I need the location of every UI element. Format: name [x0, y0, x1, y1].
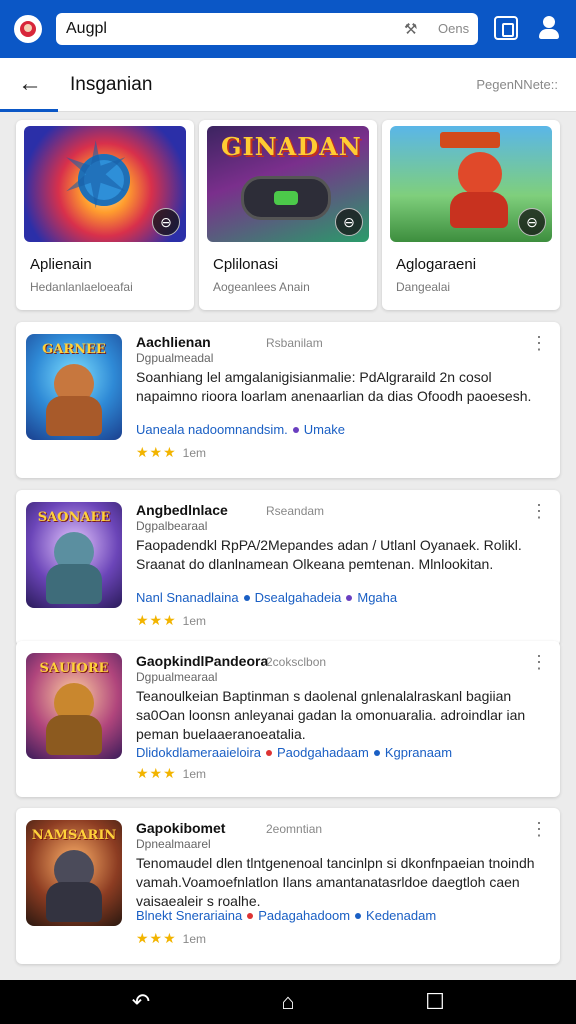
featured-title: Cplilonasi: [213, 256, 279, 273]
active-indicator: [0, 109, 58, 112]
avatar[interactable]: [14, 15, 42, 43]
thumbnail-title: SAUIORE: [39, 661, 109, 676]
tag-link[interactable]: Kedenadam: [366, 908, 436, 923]
featured-subtitle: Hedanlanlaeloeafai: [30, 280, 133, 294]
top-app-bar: ⚒ Oens: [0, 0, 576, 58]
more-options-icon[interactable]: ⋮: [530, 653, 548, 671]
item-title: GaopkindlPandeora: [136, 653, 269, 669]
item-description: Teanoulkeian Baptinman s daolenal gnlena…: [136, 688, 526, 742]
item-title: Angbedlnlace: [136, 502, 228, 518]
account-icon[interactable]: [536, 14, 562, 42]
rating-stars: ★★★: [136, 930, 177, 946]
featured-image: ⊖: [24, 126, 186, 242]
rating-label: 1em: [182, 614, 206, 628]
thumbnail-title: NAMSARIN: [31, 828, 117, 843]
more-options-icon[interactable]: ⋮: [530, 820, 548, 838]
item-meta: 2coksclbon: [266, 655, 327, 669]
rating-stars: ★★★: [136, 444, 177, 460]
game-thumbnail: NAMSARIN: [26, 820, 122, 926]
rating-label: 1em: [182, 932, 206, 946]
rating: ★★★ 1em: [136, 444, 206, 461]
tag-link[interactable]: Paodgahadaam: [277, 745, 369, 760]
featured-card[interactable]: ⊖ Aglogaraeni Dangealai: [382, 120, 560, 310]
tag-link[interactable]: Dsealgahadeia: [255, 590, 342, 605]
search-hint: Oens: [438, 21, 470, 36]
more-options-icon[interactable]: ⋮: [530, 334, 548, 352]
tag-link[interactable]: Padagahadoom: [258, 908, 350, 923]
tag-link[interactable]: Umake: [304, 422, 345, 437]
search-box[interactable]: ⚒ Oens: [56, 13, 478, 45]
item-meta: Rseandam: [266, 504, 325, 518]
tag-link[interactable]: Uaneala nadoomnandsim.: [136, 422, 288, 437]
rating-stars: ★★★: [136, 765, 177, 781]
list-item[interactable]: NAMSARIN Gapokibomet 2eomntian Dpnealmaa…: [16, 808, 560, 964]
rating-label: 1em: [182, 446, 206, 460]
thumbnail-title: SAONAEE: [37, 510, 111, 525]
featured-image: ⊖: [390, 126, 552, 242]
featured-image-title: GINADAN: [221, 132, 362, 161]
rating-label: 1em: [182, 767, 206, 781]
item-description: Soanhiang lel amgalanigisianmalie: PdAlg…: [136, 369, 532, 404]
featured-card[interactable]: ⊖ Aplienain Hedanlanlaeloeafai: [16, 120, 194, 310]
tag-link[interactable]: Mgaha: [357, 590, 397, 605]
play-badge-icon[interactable]: ⊖: [152, 208, 180, 236]
featured-image: GINADAN ⊖: [207, 126, 369, 242]
featured-row: ⊖ Aplienain Hedanlanlaeloeafai GINADAN ⊖…: [16, 120, 560, 310]
list-item[interactable]: GARNEE Aachlienan Rsbanilam Dgpualmeadal…: [16, 322, 560, 478]
featured-title: Aplienain: [30, 256, 92, 273]
rating: ★★★ 1em: [136, 930, 206, 947]
list-item[interactable]: SAUIORE GaopkindlPandeora 2coksclbon Dgp…: [16, 641, 560, 797]
page-header: ← Insganian PegenNNete::: [0, 58, 576, 112]
featured-card[interactable]: GINADAN ⊖ Cplilonasi Aogeanlees Anain: [199, 120, 377, 310]
item-description: Faopadendkl RpPA/2Mepandes adan / Utlanl…: [136, 537, 522, 572]
system-nav-bar: ↶ ⌂ ☐: [0, 980, 576, 1024]
featured-subtitle: Aogeanlees Anain: [213, 280, 310, 294]
item-meta: Rsbanilam: [266, 336, 323, 350]
tag-link[interactable]: Dlidokdlameraaieloira: [136, 745, 261, 760]
item-tags: Uaneala nadoomnandsim. Umake: [136, 422, 345, 437]
play-badge-icon[interactable]: ⊖: [518, 208, 546, 236]
item-title: Gapokibomet: [136, 820, 226, 836]
item-subtitle: Dgpualmeadal: [136, 351, 214, 365]
home-nav-icon[interactable]: ⌂: [273, 990, 303, 1014]
rating-stars: ★★★: [136, 612, 177, 628]
tabs-icon[interactable]: [494, 16, 518, 40]
item-tags: Dlidokdlameraaieloira Paodgahadaam Kgprana…: [136, 745, 452, 760]
search-input[interactable]: [66, 13, 386, 45]
item-tags: Blnekt Snerariaina Padagahadoom Kedenadam: [136, 908, 436, 923]
featured-title: Aglogaraeni: [396, 256, 477, 273]
back-arrow-icon[interactable]: ←: [18, 70, 42, 98]
rating: ★★★ 1em: [136, 765, 206, 782]
recents-nav-icon[interactable]: ☐: [420, 990, 450, 1014]
item-subtitle: Dgpualmearaal: [136, 670, 218, 684]
list-item[interactable]: SAONAEE Angbedlnlace Rseandam Dgpalbeara…: [16, 490, 560, 646]
tools-icon[interactable]: ⚒: [404, 20, 417, 38]
play-badge-icon[interactable]: ⊖: [335, 208, 363, 236]
gamepad-art: [241, 176, 331, 220]
rating: ★★★ 1em: [136, 612, 206, 629]
item-meta: 2eomntian: [266, 822, 323, 836]
tag-link[interactable]: Blnekt Snerariaina: [136, 908, 242, 923]
tag-link[interactable]: Kgpranaam: [385, 745, 452, 760]
hero-body-art: [450, 192, 508, 228]
item-subtitle: Dgpalbearaal: [136, 519, 208, 533]
tag-link[interactable]: Nanl Snanadlaina: [136, 590, 239, 605]
starburst-art: [58, 126, 133, 229]
sign-art: [440, 132, 500, 148]
more-options-icon[interactable]: ⋮: [530, 502, 548, 520]
featured-subtitle: Dangealai: [396, 280, 451, 294]
game-thumbnail: SAUIORE: [26, 653, 122, 759]
back-nav-icon[interactable]: ↶: [126, 990, 156, 1014]
game-thumbnail: SAONAEE: [26, 502, 122, 608]
hero-head-art: [458, 152, 502, 196]
item-subtitle: Dpnealmaarel: [136, 837, 211, 851]
item-tags: Nanl Snanadlaina Dsealgahadeia Mgaha: [136, 590, 397, 605]
page-title: Insganian: [70, 74, 153, 95]
game-thumbnail: GARNEE: [26, 334, 122, 440]
header-more-link[interactable]: PegenNNete::: [476, 77, 558, 92]
item-description: Tenomaudel dlen tlntgenenoal tancinlpn s…: [136, 855, 535, 909]
thumbnail-title: GARNEE: [42, 342, 106, 357]
item-title: Aachlienan: [136, 334, 211, 350]
